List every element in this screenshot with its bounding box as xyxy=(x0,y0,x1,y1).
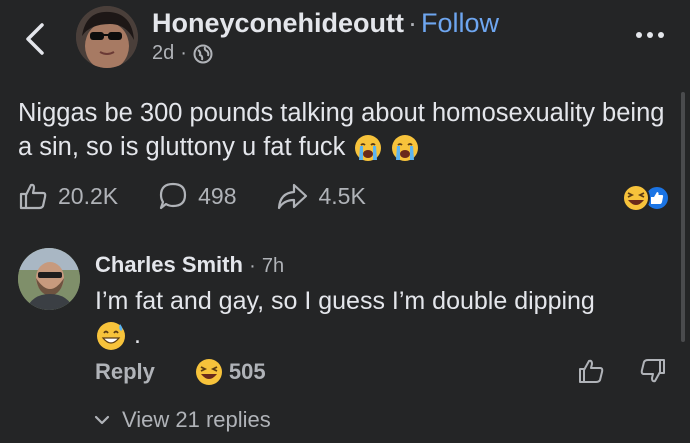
post-text: Niggas be 300 pounds talking about homos… xyxy=(18,99,665,161)
scrollbar[interactable] xyxy=(681,92,685,342)
profile-avatar[interactable] xyxy=(76,6,138,68)
like-count: 20.2K xyxy=(58,182,119,209)
comment-button[interactable]: 498 xyxy=(158,181,236,211)
comment-separator: · xyxy=(249,255,256,277)
reply-button[interactable]: Reply xyxy=(95,359,155,385)
post-age: 2d xyxy=(152,42,175,64)
laughing-reaction-icon xyxy=(195,359,222,385)
comment-body: I’m fat and gay, so I guess I’m double d… xyxy=(95,284,675,352)
comment-reaction-summary[interactable]: 505 xyxy=(195,358,266,386)
comment-reaction-count: 505 xyxy=(228,359,266,384)
comment-thumbs-down-icon[interactable] xyxy=(640,358,666,384)
meta-separator: · xyxy=(180,42,187,64)
loudly-crying-face-icon xyxy=(391,135,418,162)
comment-time: 7h xyxy=(261,255,285,277)
comment-action-bar: Reply 505 xyxy=(95,356,266,388)
commenter-avatar[interactable] xyxy=(18,248,80,310)
thumbs-up-icon xyxy=(19,183,47,210)
post-body: Niggas be 300 pounds talking about homos… xyxy=(18,96,678,164)
chevron-down-icon xyxy=(94,415,110,425)
share-button[interactable]: 4.5K xyxy=(276,181,366,211)
back-chevron-icon[interactable] xyxy=(22,22,50,56)
post-header-title: Honeyconehideoutt · Follow xyxy=(152,8,499,39)
follow-button[interactable]: Follow xyxy=(421,8,499,38)
comment-trailing: . xyxy=(133,321,141,349)
share-count: 4.5K xyxy=(318,182,366,209)
post-action-bar: 20.2K 498 4.5K xyxy=(18,180,406,212)
view-replies-button[interactable]: View 21 replies xyxy=(94,407,271,433)
loudly-crying-face-icon xyxy=(354,135,381,162)
reaction-summary[interactable] xyxy=(620,182,672,214)
comment-author-line: Charles Smith · 7h xyxy=(95,252,284,278)
globe-icon xyxy=(193,44,213,63)
header-separator: · xyxy=(408,8,418,38)
comment-author[interactable]: Charles Smith xyxy=(95,252,243,277)
comment-count: 498 xyxy=(198,182,237,209)
author-name[interactable]: Honeyconehideoutt xyxy=(152,8,404,38)
comment-text: I’m fat and gay, so I guess I’m double d… xyxy=(95,287,595,315)
share-arrow-icon xyxy=(278,183,308,210)
comment-bubble-icon xyxy=(160,182,187,210)
view-replies-label: View 21 replies xyxy=(122,407,271,432)
laughing-reaction-icon xyxy=(622,184,650,212)
comment-thumbs-up-icon[interactable] xyxy=(578,358,604,384)
grinning-sweat-face-icon xyxy=(97,322,125,351)
post-meta: 2d · xyxy=(152,42,213,65)
more-options-icon[interactable] xyxy=(636,28,668,42)
like-button[interactable]: 20.2K xyxy=(18,181,118,211)
